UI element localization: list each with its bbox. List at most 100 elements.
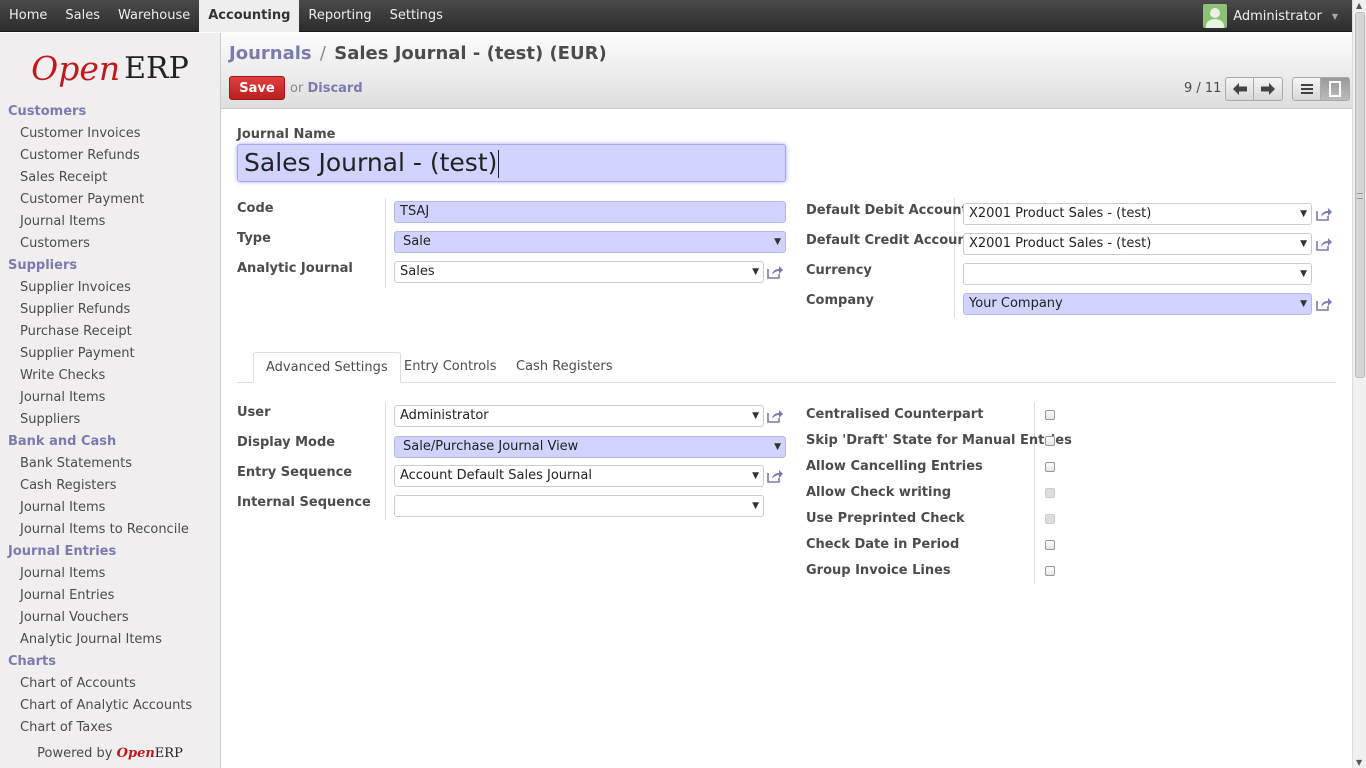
- sidebar-item-purchase-receipt[interactable]: Purchase Receipt: [0, 321, 220, 343]
- company-label: Company: [806, 293, 874, 308]
- user-name: Administrator: [1233, 8, 1322, 24]
- journal-name-label: Journal Name: [237, 127, 336, 142]
- dropdown-caret-icon: ▼: [774, 237, 781, 247]
- user-label: User: [237, 405, 271, 420]
- external-link-icon[interactable]: [767, 409, 784, 423]
- use-preprinted-check-checkbox[interactable]: [1045, 514, 1055, 524]
- pager-previous-button[interactable]: [1225, 77, 1254, 101]
- external-link-icon[interactable]: [1316, 237, 1333, 251]
- sidebar-item-supplier-refunds[interactable]: Supplier Refunds: [0, 299, 220, 321]
- topnav-home[interactable]: Home: [0, 0, 56, 32]
- topnav-warehouse[interactable]: Warehouse: [109, 0, 199, 32]
- notebook-tabs: Advanced Settings Entry Controls Cash Re…: [237, 352, 1336, 383]
- topnav-accounting[interactable]: Accounting: [199, 0, 300, 32]
- scroll-down-icon[interactable]: ▼: [1356, 758, 1362, 767]
- external-link-icon[interactable]: [767, 265, 784, 279]
- user-avatar-icon: [1203, 4, 1228, 28]
- sidebar-section-suppliers: Suppliers: [8, 258, 78, 273]
- entry-sequence-select[interactable]: Account Default Sales Journal ▼: [394, 465, 764, 487]
- skip-draft-checkbox[interactable]: [1045, 436, 1055, 446]
- sidebar-item-customer-refunds[interactable]: Customer Refunds: [0, 145, 220, 167]
- openerp-logo[interactable]: Open ERP: [0, 33, 220, 101]
- list-view-button[interactable]: [1292, 77, 1321, 101]
- external-link-icon[interactable]: [767, 469, 784, 483]
- topnav-reporting[interactable]: Reporting: [299, 0, 380, 32]
- company-select[interactable]: Your Company ▼: [963, 293, 1312, 315]
- sidebar-item-customer-payment[interactable]: Customer Payment: [0, 189, 220, 211]
- sidebar-item-journal-items[interactable]: Journal Items: [0, 387, 220, 409]
- pager-next-button[interactable]: [1254, 77, 1283, 101]
- topnav-settings[interactable]: Settings: [381, 0, 452, 32]
- dropdown-caret-icon: ▼: [774, 442, 781, 452]
- sidebar: Open ERP Customers Customer Invoices Custom…: [0, 33, 221, 768]
- sidebar-item-journal-items[interactable]: Journal Items: [0, 563, 220, 585]
- sidebar-item-bank-statements[interactable]: Bank Statements: [0, 453, 220, 475]
- currency-select[interactable]: ▼: [963, 263, 1312, 285]
- dropdown-caret-icon: ▼: [752, 501, 759, 511]
- sidebar-section-customers: Customers: [8, 104, 87, 119]
- page-scrollbar[interactable]: ▲ ▼: [1352, 0, 1366, 768]
- tab-cash-registers[interactable]: Cash Registers: [504, 352, 624, 383]
- sidebar-item-chart-of-taxes[interactable]: Chart of Taxes: [0, 717, 220, 739]
- sidebar-item-chart-of-accounts[interactable]: Chart of Accounts: [0, 673, 220, 695]
- external-link-icon[interactable]: [1316, 297, 1333, 311]
- top-navbar: Home Sales Warehouse Accounting Reportin…: [0, 0, 1352, 32]
- entry-sequence-label: Entry Sequence: [237, 465, 353, 480]
- dropdown-caret-icon: ▼: [1300, 269, 1307, 279]
- debit-account-select[interactable]: X2001 Product Sales - (test) ▼: [963, 203, 1312, 225]
- allow-check-writing-label: Allow Check writing: [806, 485, 952, 500]
- sidebar-item-write-checks[interactable]: Write Checks: [0, 365, 220, 387]
- internal-sequence-label: Internal Sequence: [237, 495, 371, 510]
- analytic-journal-select[interactable]: Sales ▼: [394, 261, 764, 283]
- sidebar-item-journal-items[interactable]: Journal Items: [0, 211, 220, 233]
- group-invoice-lines-checkbox[interactable]: [1045, 566, 1055, 576]
- internal-sequence-select[interactable]: ▼: [394, 495, 764, 517]
- sidebar-item-suppliers[interactable]: Suppliers: [0, 409, 220, 431]
- credit-account-select[interactable]: X2001 Product Sales - (test) ▼: [963, 233, 1312, 255]
- sidebar-item-cash-registers[interactable]: Cash Registers: [0, 475, 220, 497]
- save-button[interactable]: Save: [229, 76, 285, 100]
- scroll-up-icon[interactable]: ▲: [1356, 1, 1362, 10]
- dropdown-caret-icon: ▼: [752, 471, 759, 481]
- type-label: Type: [237, 231, 271, 246]
- group-invoice-lines-label: Group Invoice Lines: [806, 563, 951, 578]
- type-select[interactable]: Sale ▼: [394, 231, 786, 253]
- sidebar-item-supplier-invoices[interactable]: Supplier Invoices: [0, 277, 220, 299]
- centralised-counterpart-checkbox[interactable]: [1045, 410, 1055, 420]
- sidebar-item-customers[interactable]: Customers: [0, 233, 220, 255]
- sidebar-item-chart-of-analytic-accounts[interactable]: Chart of Analytic Accounts: [0, 695, 220, 717]
- sidebar-item-journal-items-to-reconcile[interactable]: Journal Items to Reconcile: [0, 519, 220, 541]
- list-view-icon: [1300, 84, 1313, 94]
- allow-check-writing-checkbox[interactable]: [1045, 488, 1055, 498]
- dropdown-caret-icon: ▼: [1300, 299, 1307, 309]
- breadcrumb-journals[interactable]: Journals: [229, 43, 312, 64]
- topnav-sales[interactable]: Sales: [56, 0, 109, 32]
- user-menu[interactable]: Administrator ▼: [1203, 0, 1338, 32]
- caret-down-icon: ▼: [1331, 11, 1338, 21]
- sidebar-item-journal-entries[interactable]: Journal Entries: [0, 585, 220, 607]
- view-switcher: [1292, 77, 1350, 101]
- external-link-icon[interactable]: [1316, 207, 1333, 221]
- sidebar-item-journal-items[interactable]: Journal Items: [0, 497, 220, 519]
- tab-advanced-settings[interactable]: Advanced Settings: [253, 352, 401, 383]
- centralised-counterpart-label: Centralised Counterpart: [806, 407, 984, 422]
- check-date-label: Check Date in Period: [806, 537, 960, 552]
- display-mode-select[interactable]: Sale/Purchase Journal View ▼: [394, 436, 786, 458]
- journal-name-input[interactable]: Sales Journal - (test): [237, 144, 786, 182]
- allow-cancelling-checkbox[interactable]: [1045, 462, 1055, 472]
- code-input[interactable]: TSAJ: [394, 201, 786, 223]
- form-view-button[interactable]: [1321, 77, 1350, 101]
- form-view-icon: [1329, 81, 1341, 97]
- tab-entry-controls[interactable]: Entry Controls: [392, 352, 509, 383]
- credit-account-label: Default Credit Account: [806, 233, 973, 248]
- check-date-checkbox[interactable]: [1045, 540, 1055, 550]
- pager-value: 9 / 11: [1184, 81, 1222, 96]
- sidebar-item-analytic-journal-items[interactable]: Analytic Journal Items: [0, 629, 220, 651]
- sidebar-item-customer-invoices[interactable]: Customer Invoices: [0, 123, 220, 145]
- discard-button[interactable]: Discard: [307, 81, 362, 96]
- pager-buttons: [1225, 77, 1283, 101]
- sidebar-item-journal-vouchers[interactable]: Journal Vouchers: [0, 607, 220, 629]
- sidebar-item-supplier-payment[interactable]: Supplier Payment: [0, 343, 220, 365]
- user-select[interactable]: Administrator ▼: [394, 405, 764, 427]
- sidebar-item-sales-receipt[interactable]: Sales Receipt: [0, 167, 220, 189]
